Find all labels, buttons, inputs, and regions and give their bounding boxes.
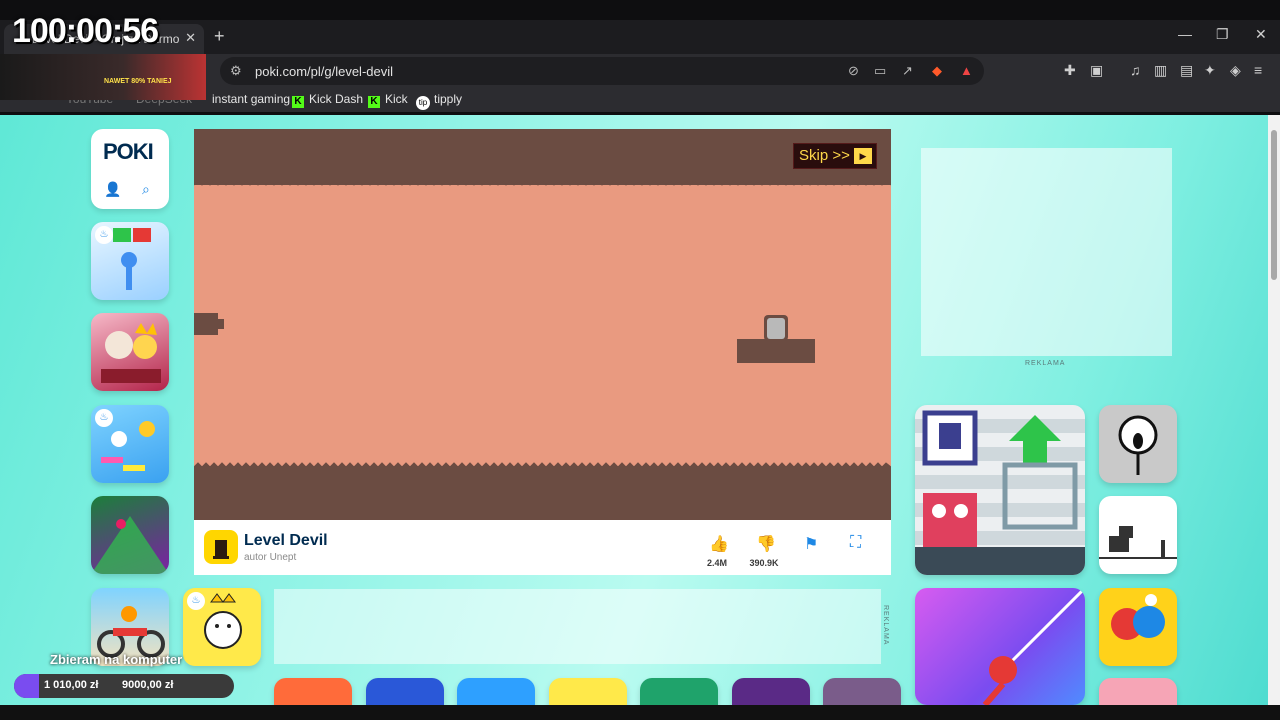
thumbnail-art	[91, 516, 169, 574]
game-scene	[194, 180, 891, 468]
game-floor	[194, 467, 891, 520]
poki-logo-card[interactable]: POKI 👤 ⌕	[91, 129, 169, 209]
sidebar-icon[interactable]: ▥	[1154, 62, 1167, 79]
brave-shields-icon[interactable]: ◆	[932, 63, 942, 79]
game-thumbnail[interactable]	[823, 678, 901, 705]
menu-icon[interactable]: ≡	[1254, 62, 1262, 78]
bookmark-tipply[interactable]: tip tipply	[416, 92, 462, 110]
tab-strip: Level Devil - Graj za Darmo ✕ + — ❐ ✕	[0, 20, 1280, 54]
no-sound-icon[interactable]: ⊘	[848, 63, 859, 79]
page-scrollbar[interactable]	[1268, 115, 1280, 705]
game-thumbnail[interactable]	[640, 678, 718, 705]
thumbnail-art	[1118, 415, 1158, 475]
game-thumbnail[interactable]	[732, 678, 810, 705]
tipply-icon: tip	[416, 96, 430, 110]
wallet-icon[interactable]: ▤	[1180, 62, 1193, 79]
game-thumbnail[interactable]	[1099, 405, 1177, 483]
skip-ad-button[interactable]: Skip >> ▶	[793, 143, 877, 169]
donation-goal: 9000,00 zł	[122, 679, 174, 691]
share-icon[interactable]: ↗	[902, 63, 913, 79]
kick-icon: K	[292, 96, 304, 108]
likes-count: 2.4M	[706, 558, 727, 568]
tab-close-icon[interactable]: ✕	[185, 30, 196, 46]
game-thumbnail[interactable]: ♨	[91, 405, 169, 483]
minimize-icon[interactable]: —	[1178, 26, 1192, 42]
thumbs-down-icon[interactable]: 👎	[756, 534, 776, 554]
leo-icon[interactable]: ✦	[1204, 62, 1216, 79]
play-icon: ▶	[854, 148, 872, 164]
cast-icon[interactable]: ▭	[874, 63, 886, 79]
donation-current: 1 010,00 zł	[44, 679, 99, 691]
donation-goal-label: Zbieram na komputer	[50, 652, 183, 667]
thumbnail-art	[1099, 526, 1177, 559]
game-info-bar: Level Devil autor Unept 👍 2.4M 👎 390.9K …	[194, 520, 891, 575]
maximize-icon[interactable]: ❐	[1216, 26, 1229, 43]
ad-slot-bottom	[274, 589, 881, 664]
extensions-icon[interactable]: ✚	[1064, 62, 1076, 79]
ad-label: REKLAMA	[1025, 360, 1066, 367]
brave-rewards-icon[interactable]: ▲	[960, 63, 973, 78]
address-bar[interactable]: ⚙ poki.com/pl/g/level-devil ⊘ ▭ ↗ ◆ ▲	[220, 57, 984, 85]
trending-icon: ♨	[95, 226, 113, 244]
poki-logo[interactable]: POKI	[103, 139, 154, 165]
donation-progress-bar: 1 010,00 zł 9000,00 zł	[14, 674, 234, 698]
game-author[interactable]: autor Unept	[244, 552, 296, 563]
dislikes-count: 390.9K	[749, 558, 779, 568]
vpn-icon[interactable]: ◈	[1230, 62, 1241, 79]
game-thumbnail[interactable]	[274, 678, 352, 705]
fullscreen-icon[interactable]: ⛶	[850, 534, 861, 552]
report-flag-icon[interactable]: ⚑	[804, 534, 818, 554]
user-icon[interactable]: 👤	[104, 181, 121, 198]
thumbnail-art	[982, 588, 1085, 705]
bookmark-instant-gaming[interactable]: instant gaming	[212, 92, 290, 106]
scrollbar-thumb[interactable]	[1271, 130, 1277, 280]
poki-page: POKI 👤 ⌕ ♨ ♨ ♨ Skip >> ▶ Level Devil aut…	[0, 115, 1268, 705]
thumbnail-art	[1111, 594, 1165, 640]
game-thumbnail[interactable]	[1099, 678, 1177, 705]
thumbnail-art	[101, 323, 161, 383]
donation-progress-fill	[14, 674, 39, 698]
game-thumbnail[interactable]	[91, 496, 169, 574]
new-tab-button[interactable]: +	[214, 26, 225, 47]
bookmark-kick[interactable]: K Kick	[368, 92, 408, 108]
trending-icon: ♨	[95, 409, 113, 427]
game-thumbnail-large[interactable]	[915, 405, 1085, 575]
close-window-icon[interactable]: ✕	[1255, 26, 1267, 43]
game-thumbnail[interactable]	[457, 678, 535, 705]
game-icon	[204, 530, 238, 564]
game-thumbnail[interactable]	[1099, 588, 1177, 666]
game-thumbnail[interactable]	[91, 313, 169, 391]
stream-promo-banner: NAWET 80% TANIEJ	[0, 54, 206, 100]
trending-icon: ♨	[187, 592, 205, 610]
promo-text: NAWET 80% TANIEJ	[104, 78, 172, 85]
ad-label-vertical: REKLAMA	[882, 605, 889, 646]
url-text[interactable]: poki.com/pl/g/level-devil	[255, 64, 393, 79]
bookmark-label: Kick Dash	[309, 92, 364, 106]
ad-slot	[921, 148, 1172, 356]
game-thumbnail[interactable]	[549, 678, 627, 705]
bookmark-label: Kick	[385, 92, 408, 106]
game-canvas[interactable]: Skip >> ▶	[194, 129, 891, 520]
stream-timer: 100:00:56	[12, 12, 159, 50]
game-thumbnail[interactable]: ♨	[183, 588, 261, 666]
thumbnail-art	[915, 410, 1085, 575]
devil-icon	[213, 540, 229, 559]
bookmark-kick-dash[interactable]: K Kick Dash	[292, 92, 363, 108]
kick-icon: K	[368, 96, 380, 108]
game-thumbnail[interactable]	[366, 678, 444, 705]
game-title: Level Devil	[244, 532, 328, 549]
bookmark-label: tipply	[434, 92, 463, 106]
game-thumbnail[interactable]	[1099, 496, 1177, 574]
thumbs-up-icon[interactable]: 👍	[709, 534, 729, 554]
taskbar-edge	[0, 705, 1280, 720]
skip-label: Skip >>	[799, 147, 850, 164]
site-settings-icon[interactable]: ⚙	[230, 63, 242, 79]
game-thumbnail-large[interactable]	[915, 588, 1085, 705]
game-thumbnail[interactable]: ♨	[91, 222, 169, 300]
screenshot-icon[interactable]: ▣	[1090, 62, 1103, 79]
media-icon[interactable]: ♫	[1130, 62, 1141, 78]
search-icon[interactable]: ⌕	[142, 181, 150, 198]
